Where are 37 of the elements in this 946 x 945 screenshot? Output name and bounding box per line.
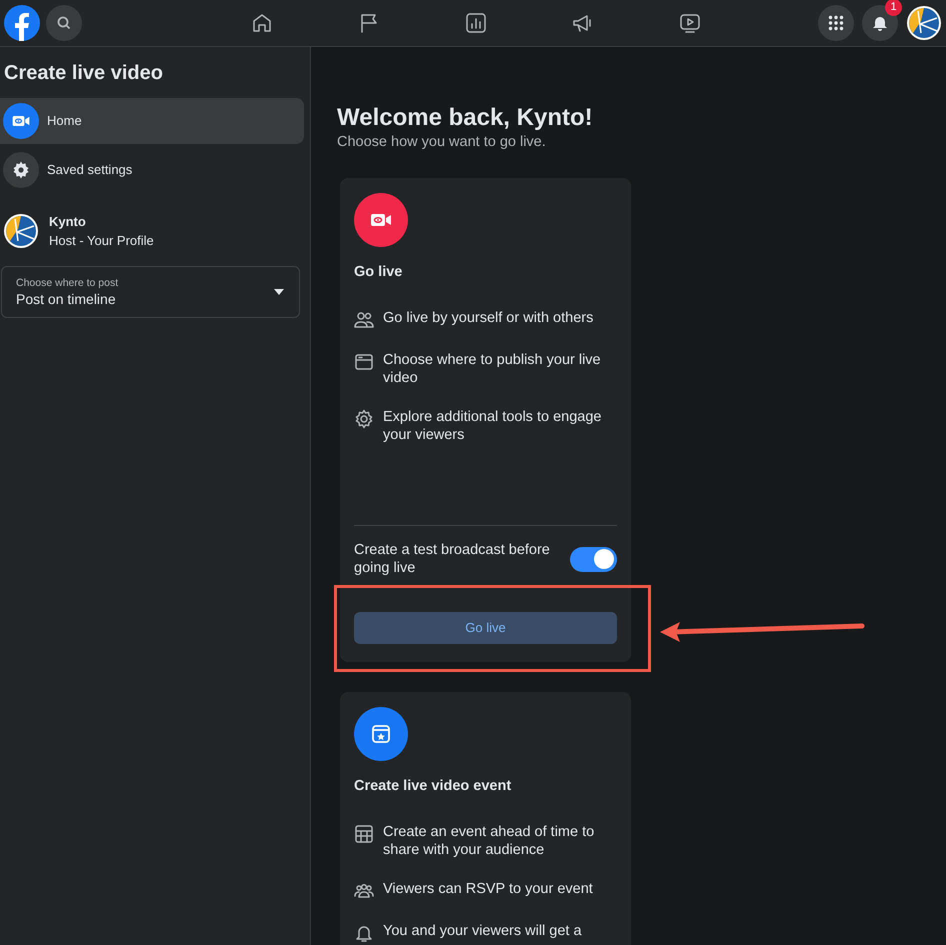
group-icon bbox=[354, 881, 374, 901]
sidebar-title: Create live video bbox=[3, 61, 164, 86]
account-avatar[interactable] bbox=[906, 5, 942, 41]
sidebar-item[interactable]: Home bbox=[0, 98, 304, 144]
profile-name: Kynto bbox=[49, 214, 87, 230]
feature-text: Go live by yourself or with others bbox=[383, 309, 594, 328]
settings-icon bbox=[3, 152, 39, 188]
window-icon bbox=[354, 352, 374, 372]
feature-text: Explore additional tools to engage your viewers bbox=[383, 408, 602, 444]
feature-text: Create an event ahead of time to share with your audience bbox=[383, 823, 596, 859]
feature-text: Viewers can RSVP to your event bbox=[383, 880, 593, 899]
toggle-label: Create a test broadcast before going live bbox=[354, 541, 551, 577]
menu-button[interactable] bbox=[818, 5, 854, 41]
welcome-subheading: Choose how you want to go live. bbox=[337, 133, 547, 151]
people-icon bbox=[354, 310, 374, 330]
toggle-switch[interactable] bbox=[570, 546, 617, 572]
notification-badge: 1 bbox=[885, 0, 902, 16]
gear-icon bbox=[354, 409, 374, 429]
profile-avatar bbox=[3, 213, 39, 249]
search-icon bbox=[56, 15, 72, 31]
welcome-heading: Welcome back, Kynto! bbox=[337, 104, 594, 132]
logo-icon[interactable] bbox=[4, 5, 40, 41]
chart-icon[interactable] bbox=[464, 11, 488, 35]
card-title: Create live video event bbox=[354, 777, 512, 795]
sidebar-item[interactable]: Saved settings bbox=[0, 147, 304, 193]
search-button[interactable] bbox=[46, 5, 82, 41]
profile-role: Host - Your Profile bbox=[49, 232, 154, 248]
calendar-grid-icon bbox=[354, 824, 374, 844]
bell-icon bbox=[871, 14, 889, 32]
feature-text: You and your viewers will get a bbox=[383, 922, 582, 941]
feature-text: Choose where to publish your live video bbox=[383, 351, 602, 387]
video-camera-icon bbox=[3, 103, 39, 139]
post-select[interactable]: Choose where to post Post on timeline bbox=[1, 266, 300, 318]
dropdown-caret-icon bbox=[273, 288, 285, 296]
go-live-button[interactable]: Go live bbox=[354, 612, 617, 644]
menu-icon bbox=[828, 15, 844, 31]
card-title: Go live bbox=[354, 263, 404, 281]
